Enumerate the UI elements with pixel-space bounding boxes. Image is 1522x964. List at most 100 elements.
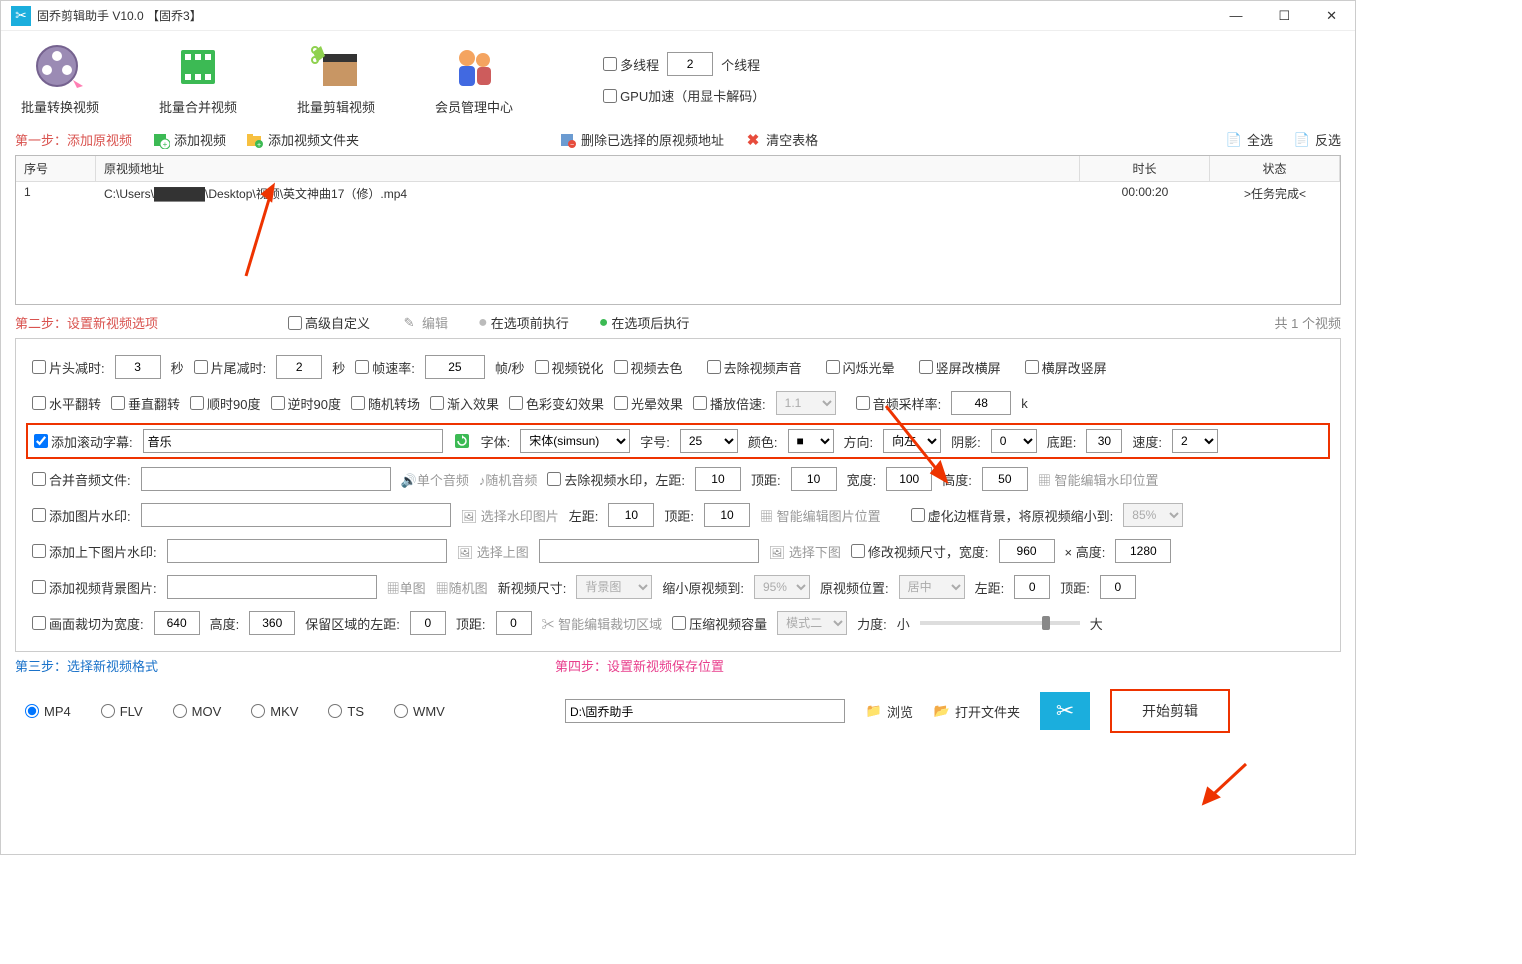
keep-left-input[interactable] <box>410 611 446 635</box>
table-row[interactable]: 1 C:\Users\██████\Desktop\视频\英文神曲17（修）.m… <box>16 182 1340 206</box>
top-img-input[interactable] <box>167 539 447 563</box>
remove-watermark-checkbox[interactable]: 去除视频水印，左距: <box>547 470 685 489</box>
blur-border-checkbox[interactable]: 虚化边框背景，将原视频缩小到: <box>911 506 1114 525</box>
member-center-button[interactable]: 会员管理中心 <box>435 41 513 116</box>
batch-merge-button[interactable]: 批量合并视频 <box>159 41 237 116</box>
rand-trans-checkbox[interactable]: 随机转场 <box>351 394 420 413</box>
add-video-button[interactable]: + 添加视频 <box>152 130 226 149</box>
orig-pos-select[interactable]: 居中 <box>899 575 965 599</box>
tb-watermark-checkbox[interactable]: 添加上下图片水印: <box>32 542 157 561</box>
format-mov-radio[interactable]: MOV <box>173 704 222 719</box>
new-size-select[interactable]: 背景图 <box>576 575 652 599</box>
mute-checkbox[interactable]: 去除视频声音 <box>707 358 802 377</box>
keep-top-input[interactable] <box>496 611 532 635</box>
strength-slider[interactable] <box>920 621 1080 625</box>
color-select[interactable]: ■ <box>788 429 834 453</box>
wm-width-input[interactable] <box>886 467 932 491</box>
clear-table-button[interactable]: ✖ 清空表格 <box>744 130 818 149</box>
head-cut-input[interactable] <box>115 355 161 379</box>
shrink-select[interactable]: 95% <box>754 575 810 599</box>
batch-convert-button[interactable]: 批量转换视频 <box>21 41 99 116</box>
format-mkv-radio[interactable]: MKV <box>251 704 298 719</box>
compress-checkbox[interactable]: 压缩视频容量 <box>672 614 767 633</box>
color-shift-checkbox[interactable]: 色彩变幻效果 <box>509 394 604 413</box>
audio-path-input[interactable] <box>141 467 391 491</box>
subtitle-text-input[interactable] <box>143 429 443 453</box>
resize-h-input[interactable] <box>1115 539 1171 563</box>
wm-left-input[interactable] <box>695 467 741 491</box>
cw90-checkbox[interactable]: 顺时90度 <box>190 394 260 413</box>
delete-selected-button[interactable]: − 删除已选择的原视频地址 <box>559 130 724 149</box>
add-folder-button[interactable]: + 添加视频文件夹 <box>246 130 359 149</box>
start-edit-button[interactable]: 开始剪辑 <box>1110 689 1230 733</box>
bg-top-input[interactable] <box>1100 575 1136 599</box>
ccw90-checkbox[interactable]: 逆时90度 <box>271 394 341 413</box>
format-wmv-radio[interactable]: WMV <box>394 704 445 719</box>
sample-rate-input[interactable] <box>951 391 1011 415</box>
resize-checkbox[interactable]: 修改视频尺寸，宽度: <box>851 542 989 561</box>
tail-cut-input[interactable] <box>276 355 322 379</box>
img-left-input[interactable] <box>608 503 654 527</box>
fade-checkbox[interactable]: 渐入效果 <box>430 394 499 413</box>
exec-after-radio[interactable]: ●在选项后执行 <box>599 313 690 332</box>
blur-pct-select[interactable]: 85% <box>1123 503 1183 527</box>
format-mp4-radio[interactable]: MP4 <box>25 704 71 719</box>
select-all-button[interactable]: 📄 全选 <box>1225 130 1273 149</box>
crop-checkbox[interactable]: 画面裁切为宽度: <box>32 614 144 633</box>
scissors-button[interactable]: ✂ <box>1040 692 1090 730</box>
shadow-select[interactable]: 0 <box>991 429 1037 453</box>
thread-count-input[interactable] <box>667 52 713 76</box>
bg-left-input[interactable] <box>1014 575 1050 599</box>
v2h-checkbox[interactable]: 竖屏改横屏 <box>919 358 1001 377</box>
output-path-input[interactable] <box>565 699 845 723</box>
speed-checkbox[interactable]: 播放倍速: <box>693 394 766 413</box>
crop-w-input[interactable] <box>154 611 200 635</box>
sharpen-checkbox[interactable]: 视频锐化 <box>535 358 604 377</box>
merge-audio-checkbox[interactable]: 合并音频文件: <box>32 470 131 489</box>
wm-height-input[interactable] <box>982 467 1028 491</box>
fps-checkbox[interactable]: 帧速率: <box>355 358 415 377</box>
sample-rate-checkbox[interactable]: 音频采样率: <box>856 394 942 413</box>
img-watermark-checkbox[interactable]: 添加图片水印: <box>32 506 131 525</box>
format-flv-radio[interactable]: FLV <box>101 704 143 719</box>
scroll-speed-select[interactable]: 2 <box>1172 429 1218 453</box>
resize-w-input[interactable] <box>999 539 1055 563</box>
vflip-checkbox[interactable]: 垂直翻转 <box>111 394 180 413</box>
exec-before-radio[interactable]: ●在选项前执行 <box>478 313 569 332</box>
browse-button[interactable]: 📁 浏览 <box>865 702 913 721</box>
close-button[interactable]: ✕ <box>1318 4 1345 28</box>
minimize-button[interactable]: — <box>1221 4 1250 28</box>
bottom-dist-input[interactable] <box>1086 429 1122 453</box>
fps-input[interactable] <box>425 355 485 379</box>
img-wm-path-input[interactable] <box>141 503 451 527</box>
bot-img-input[interactable] <box>539 539 759 563</box>
maximize-button[interactable]: ☐ <box>1270 4 1298 28</box>
advanced-checkbox[interactable]: 高级自定义 <box>288 313 370 332</box>
speed-select[interactable]: 1.1 <box>776 391 836 415</box>
hflip-checkbox[interactable]: 水平翻转 <box>32 394 101 413</box>
format-ts-radio[interactable]: TS <box>328 704 364 719</box>
flash-checkbox[interactable]: 闪烁光晕 <box>826 358 895 377</box>
tail-cut-checkbox[interactable]: 片尾减时: <box>194 358 267 377</box>
img-top-input[interactable] <box>704 503 750 527</box>
compress-mode-select[interactable]: 模式二 <box>777 611 847 635</box>
multithread-checkbox[interactable]: 多线程 <box>603 55 659 74</box>
font-size-select[interactable]: 25 <box>680 429 738 453</box>
direction-select[interactable]: 向左 <box>883 429 941 453</box>
wm-top-input[interactable] <box>791 467 837 491</box>
font-select[interactable]: 宋体(simsun) <box>520 429 630 453</box>
head-cut-checkbox[interactable]: 片头减时: <box>32 358 105 377</box>
video-table[interactable]: 序号 原视频地址 时长 状态 1 C:\Users\██████\Desktop… <box>15 155 1341 305</box>
h2v-checkbox[interactable]: 横屏改竖屏 <box>1025 358 1107 377</box>
desaturate-checkbox[interactable]: 视频去色 <box>614 358 683 377</box>
crop-h-input[interactable] <box>249 611 295 635</box>
bg-img-checkbox[interactable]: 添加视频背景图片: <box>32 578 157 597</box>
invert-selection-button[interactable]: 📄 反选 <box>1293 130 1341 149</box>
batch-clip-button[interactable]: 批量剪辑视频 <box>297 41 375 116</box>
bg-img-input[interactable] <box>167 575 377 599</box>
scroll-subtitle-checkbox[interactable]: 添加滚动字幕: <box>34 432 133 451</box>
refresh-icon[interactable] <box>453 432 471 450</box>
halo-checkbox[interactable]: 光晕效果 <box>614 394 683 413</box>
gpu-accel-checkbox[interactable]: GPU加速（用显卡解码） <box>603 86 765 105</box>
open-folder-button[interactable]: 📂 打开文件夹 <box>933 702 1020 721</box>
